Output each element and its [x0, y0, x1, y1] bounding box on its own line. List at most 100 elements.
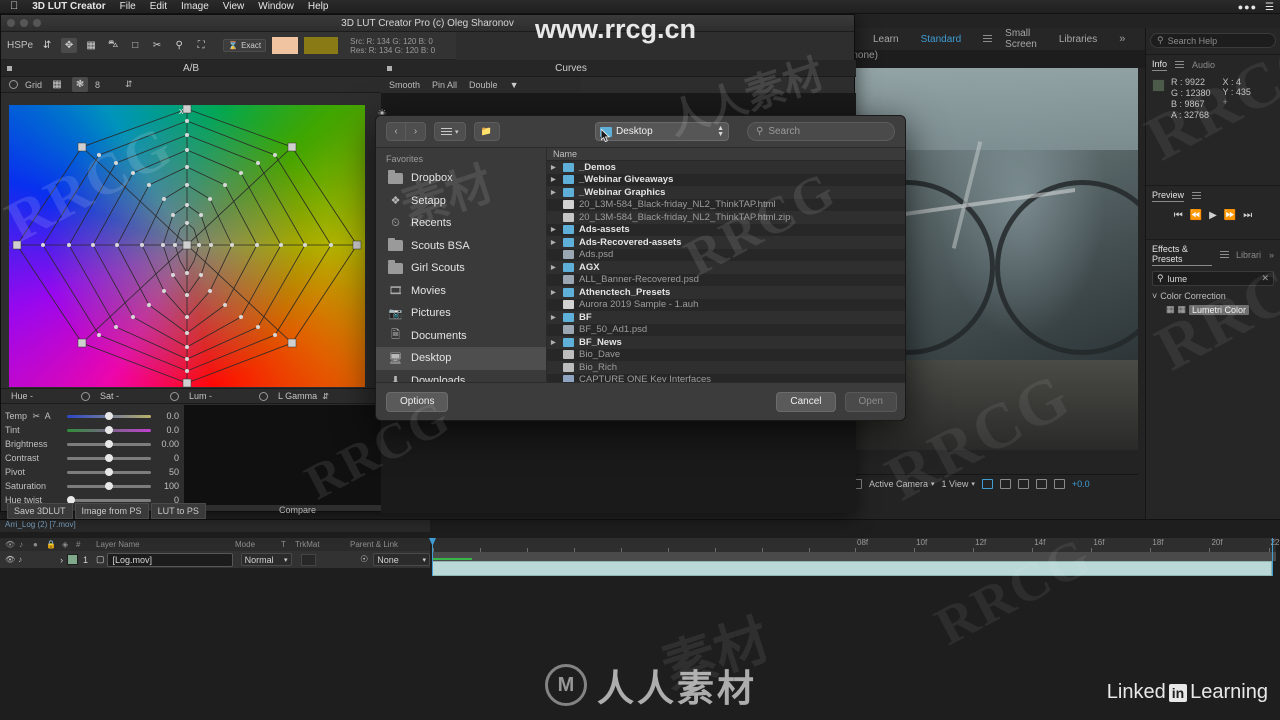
brightness-slider-track[interactable] [67, 439, 151, 448]
lut-grid-toolbar[interactable]: Grid ▦ ❃ 8 ⇵ [1, 77, 381, 93]
saturation-value[interactable]: 100 [151, 481, 179, 491]
hue-control[interactable]: Hue - [1, 391, 81, 401]
eyedropper-icon[interactable]: ✂ [149, 38, 165, 53]
chevron-down-icon[interactable]: ˅ [1152, 291, 1157, 301]
options-button[interactable]: Options [386, 391, 449, 412]
zoom-icon[interactable]: ⚲ [171, 38, 187, 53]
sidebar-item-documents[interactable]: 🗎 Documents [376, 325, 546, 348]
panel-toggle-icon[interactable] [7, 65, 12, 71]
scissors-icon[interactable]: ⛍ [105, 38, 121, 53]
lut-curves-toolbar[interactable]: Smooth Pin All Double ▼ [381, 77, 581, 93]
effects-group-color-correction[interactable]: ˅ Color Correction [1152, 291, 1274, 301]
audio-icon[interactable]: ♪ [18, 555, 22, 564]
control-center-icon[interactable]: ☰ [1265, 2, 1274, 13]
exposure-icon[interactable] [1053, 478, 1065, 489]
lut-panel-curves[interactable]: Curves [381, 60, 761, 76]
timeline-ruler[interactable]: 08f10f12f14f16f18f20f22f [432, 538, 1280, 552]
lut-to-ps-button[interactable]: LUT to PS [150, 503, 206, 519]
grid-warp-icon[interactable]: ▦ [83, 38, 99, 53]
menu-view[interactable]: View [223, 1, 245, 12]
back-chevron-icon[interactable]: ‹ [386, 122, 406, 141]
prev-frame-icon[interactable]: ⏪ [1190, 210, 1202, 221]
grid-web-icon[interactable]: ❃ [72, 77, 89, 92]
workspace-tab-small-screen[interactable]: Small Screen [1005, 28, 1037, 50]
file-row[interactable]: 20_L3M-584_Black-friday_NL2_ThinkTAP.htm… [547, 198, 905, 211]
file-list[interactable]: Name ▶ _Demos ▶ _Webinar Giveaways ▶ _Webin… [547, 148, 905, 384]
open-button[interactable]: Open [844, 391, 897, 412]
info-panel-menu-icon[interactable] [1175, 61, 1185, 69]
stepper-icon[interactable]: ⇵ [39, 38, 55, 53]
info-panel-tabs[interactable]: Info Audio [1152, 59, 1274, 71]
active-camera-dropdown[interactable]: Active Camera ▾ [869, 479, 935, 489]
file-row[interactable]: Bio_Rich [547, 361, 905, 374]
file-row[interactable]: ▶ _Webinar Graphics [547, 186, 905, 199]
sidebar-item-dropbox[interactable]: Dropbox [376, 167, 546, 190]
grid-size-value[interactable]: 8 [95, 80, 100, 90]
layer-switches[interactable]: 👁 ♪ [0, 555, 22, 564]
last-frame-icon[interactable]: ⏭ [1243, 210, 1252, 221]
tab-preview[interactable]: Preview [1152, 190, 1185, 202]
open-file-dialog[interactable]: ‹ › ▾ 📁 Desktop ▲ ▼ ⚲ Search Favorites D… [375, 115, 906, 421]
tint-slider-track[interactable] [67, 425, 151, 434]
viewer-toolbar[interactable]: Active Camera ▾ 1 View ▾ +0.0 [845, 474, 1138, 492]
reset-icon[interactable] [9, 80, 18, 89]
active-app-name[interactable]: 3D LUT Creator [32, 1, 105, 12]
stepper-arrows-icon[interactable]: ▲ ▼ [717, 125, 724, 138]
lut-hsl-bar[interactable]: Hue - Sat - Lum - L Gamma ⇵ [1, 388, 381, 404]
layer-name-field[interactable]: [Log.mov] [107, 552, 233, 567]
lut-title-bar[interactable]: 3D LUT Creator Pro (c) Oleg Sharonov [1, 15, 854, 32]
slider-row-brightness[interactable]: Brightness 0.00 [5, 437, 181, 451]
hue-reset-icon[interactable] [81, 391, 90, 401]
disclosure-triangle-icon[interactable]: ▶ [551, 314, 558, 321]
slider-row-tint[interactable]: Tint 0.0 [5, 423, 181, 437]
view-count-dropdown[interactable]: 1 View ▾ [942, 479, 975, 489]
lut-adjustment-sliders[interactable]: Temp ✂ A 0.0 Tint 0.0 Brightness 0.00 Co… [5, 409, 181, 507]
tint-value[interactable]: 0.0 [151, 425, 179, 435]
move-icon[interactable]: ✥ [61, 38, 78, 53]
exact-toggle[interactable]: ⌛ Exact [223, 39, 267, 52]
lut-action-buttons[interactable]: Save 3DLUT Image from PS LUT to PS [7, 503, 206, 519]
pin-all-button[interactable]: Pin All [432, 80, 457, 90]
menu-help[interactable]: Help [308, 1, 329, 12]
file-row[interactable]: ▶ _Webinar Giveaways [547, 173, 905, 186]
disclosure-triangle-icon[interactable]: ▶ [551, 239, 558, 246]
contrast-slider-track[interactable] [67, 453, 151, 462]
curves-menu-icon[interactable]: ▼ [510, 80, 519, 90]
lut-grid-mesh[interactable]: x [9, 105, 365, 387]
frame-icon[interactable]: ⛶ [193, 38, 209, 53]
dialog-footer[interactable]: Options Cancel Open [376, 382, 905, 420]
channels-icon[interactable] [1035, 478, 1047, 489]
first-frame-icon[interactable]: ⏮ [1174, 210, 1183, 221]
search-help-field[interactable]: ⚲ Search Help [1150, 33, 1276, 48]
contrast-value[interactable]: 0 [151, 453, 179, 463]
apple-logo-icon[interactable]:  [10, 1, 18, 12]
sidebar-item-setapp[interactable]: ❖ Setapp [376, 190, 546, 213]
dialog-sidebar[interactable]: Favorites Dropbox ❖ Setapp ⏲ Recents Sco… [376, 148, 547, 384]
disclosure-triangle-icon[interactable]: ▶ [551, 176, 558, 183]
file-row[interactable]: BF_50_Ad1.psd [547, 323, 905, 336]
slider-row-contrast[interactable]: Contrast 0 [5, 451, 181, 465]
lut-color-grid[interactable]: x ☀ [9, 105, 387, 387]
eyedropper-icon[interactable]: ✂ [33, 411, 41, 421]
dialog-action-buttons[interactable]: Cancel Open [776, 391, 897, 412]
dialog-toolbar[interactable]: ‹ › ▾ 📁 Desktop ▲ ▼ ⚲ Search [376, 116, 905, 148]
menu-bar-extras[interactable]: ●●● ☰ [1238, 0, 1274, 14]
file-row[interactable]: ▶ Ads-Recovered-assets [547, 236, 905, 249]
effects-overflow-icon[interactable]: » [1269, 250, 1274, 260]
double-button[interactable]: Double [469, 80, 498, 90]
tab-effects-presets[interactable]: Effects & Presets [1152, 244, 1213, 266]
disclosure-triangle-icon[interactable]: ▶ [551, 339, 558, 346]
cancel-button[interactable]: Cancel [776, 391, 836, 412]
disclosure-triangle-icon[interactable]: ▶ [551, 289, 558, 296]
new-folder-button[interactable]: 📁 [473, 122, 500, 141]
menu-edit[interactable]: Edit [150, 1, 167, 12]
workspace-bar[interactable]: Learn Standard Small Screen Libraries » [845, 28, 1150, 50]
effect-item-lumetri-color[interactable]: ▦ ▦ Lumetri Color [1166, 304, 1274, 315]
file-row[interactable]: ▶ AGX [547, 261, 905, 274]
file-row[interactable]: Aurora 2019 Sample - 1.auh [547, 298, 905, 311]
next-frame-icon[interactable]: ⏩ [1224, 210, 1236, 221]
brightness-value[interactable]: 0.00 [151, 439, 179, 449]
saturation-slider-track[interactable] [67, 481, 151, 490]
hue-twist-slider-track[interactable] [67, 495, 151, 504]
menu-window[interactable]: Window [258, 1, 294, 12]
